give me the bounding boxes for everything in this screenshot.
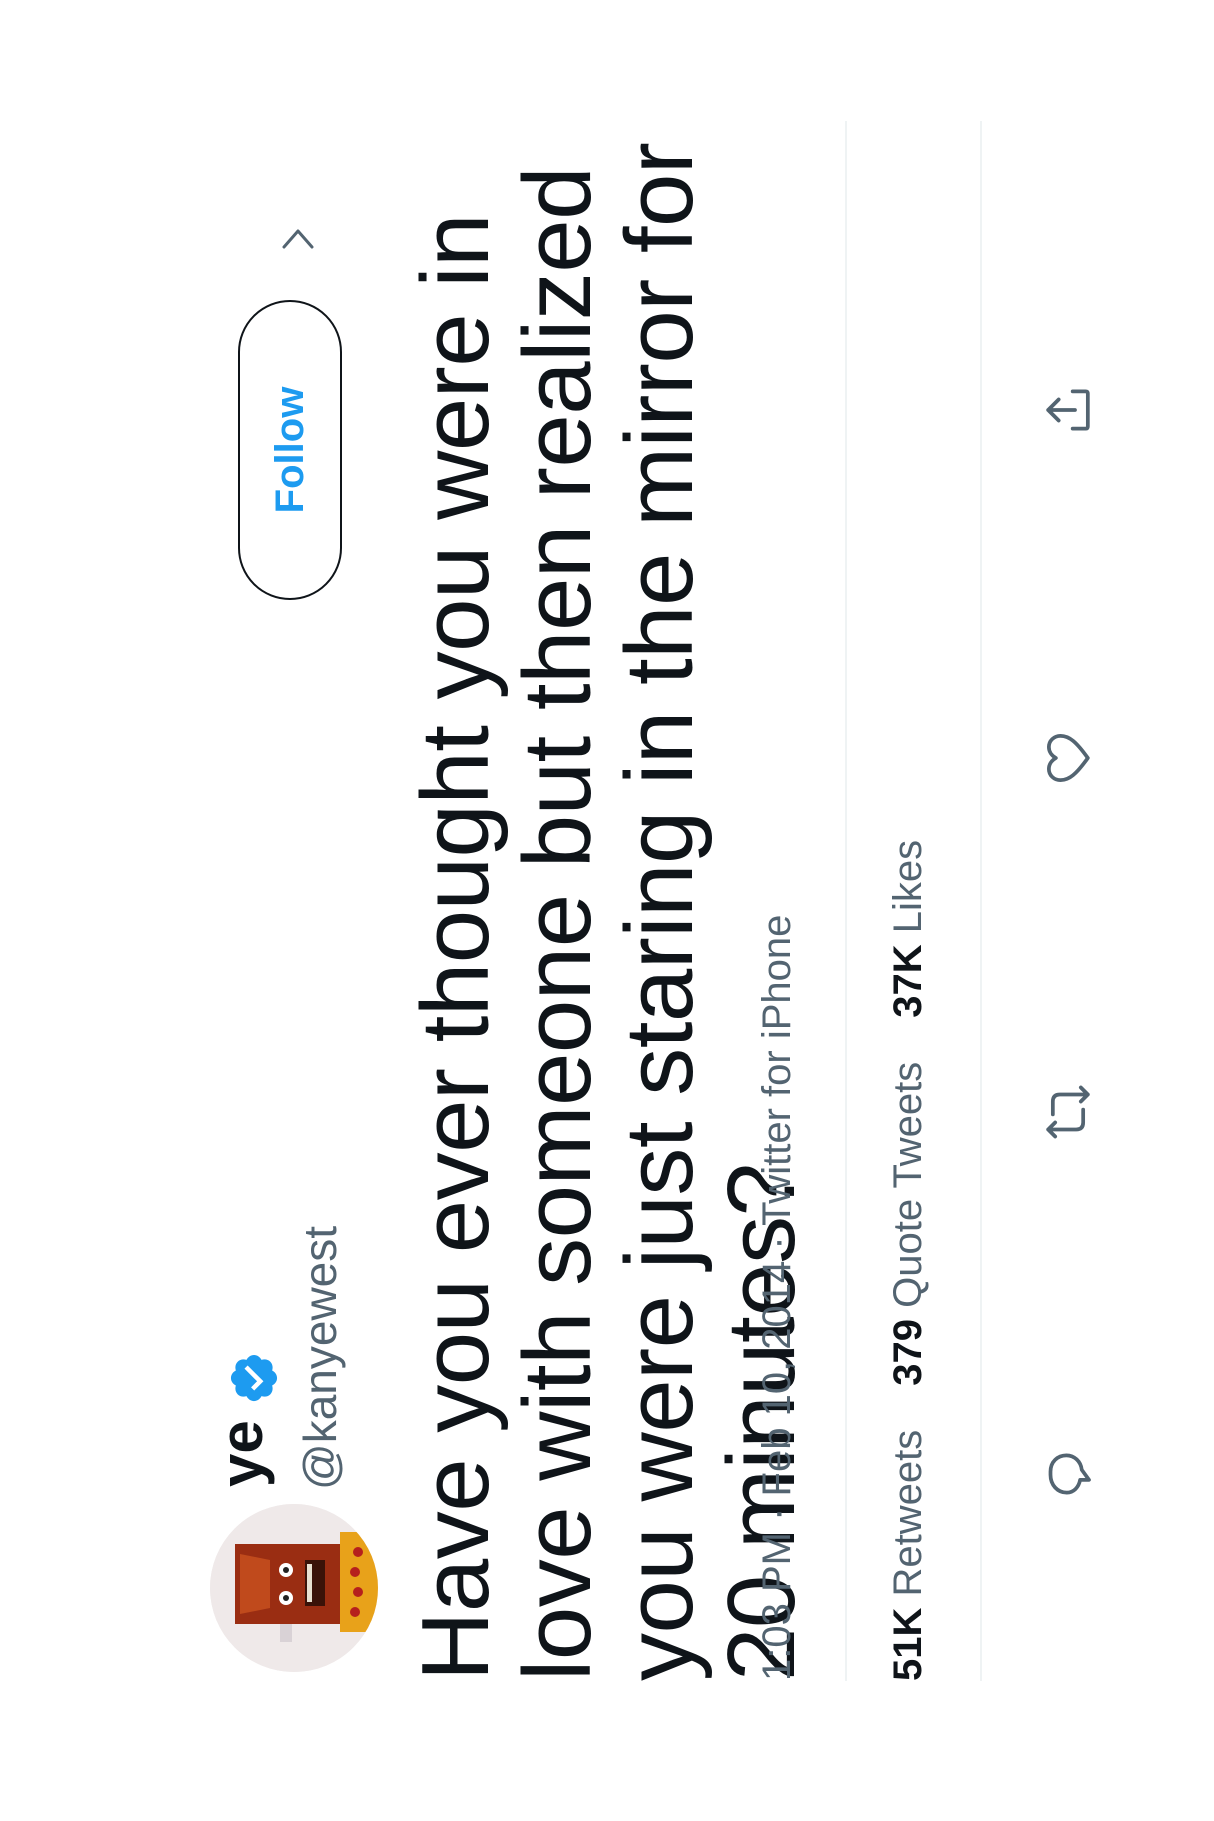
meta-separator: ·	[755, 1236, 799, 1250]
tweet-text: Have you ever thought you were in love w…	[402, 142, 815, 1681]
tweet-date[interactable]: Feb 10, 2014	[755, 1261, 799, 1497]
retweets-label: Retweets	[886, 1429, 930, 1597]
verified-badge-icon	[227, 1351, 281, 1405]
retweets-stat[interactable]: 51K Retweets	[886, 1429, 930, 1681]
follow-button[interactable]: Follow	[238, 300, 342, 600]
tweet-card: ye @kanyewest Follow Have you ever thoug…	[0, 0, 1214, 1821]
quote-tweets-count: 379	[886, 1318, 930, 1386]
tweet-meta: 1:03 PM · Feb 10, 2014 · Twitter for iPh…	[755, 915, 799, 1681]
likes-stat[interactable]: 37K Likes	[886, 839, 930, 1018]
quote-tweets-stat[interactable]: 379 Quote Tweets	[886, 1061, 930, 1386]
heart-icon[interactable]	[1040, 730, 1096, 786]
reply-icon[interactable]	[1040, 1446, 1096, 1502]
retweet-icon[interactable]	[1040, 1084, 1096, 1140]
tweet-source[interactable]: Twitter for iPhone	[755, 915, 799, 1226]
avatar-image	[210, 1504, 378, 1672]
tweet-time[interactable]: 1:03 PM	[755, 1532, 799, 1681]
likes-label: Likes	[886, 839, 930, 934]
share-icon[interactable]	[1040, 382, 1096, 438]
quote-tweets-label: Quote Tweets	[886, 1061, 930, 1308]
divider	[980, 121, 982, 1681]
likes-count: 37K	[886, 944, 930, 1018]
tweet-stats: 51K Retweets 379 Quote Tweets 37K Likes	[886, 839, 930, 1681]
user-handle[interactable]: @kanyewest	[294, 1226, 346, 1490]
avatar[interactable]	[210, 1504, 378, 1672]
display-name[interactable]: ye	[208, 1420, 275, 1487]
chevron-right-icon[interactable]	[278, 219, 318, 259]
meta-separator: ·	[755, 1507, 799, 1521]
divider	[845, 121, 847, 1681]
retweets-count: 51K	[886, 1607, 930, 1681]
